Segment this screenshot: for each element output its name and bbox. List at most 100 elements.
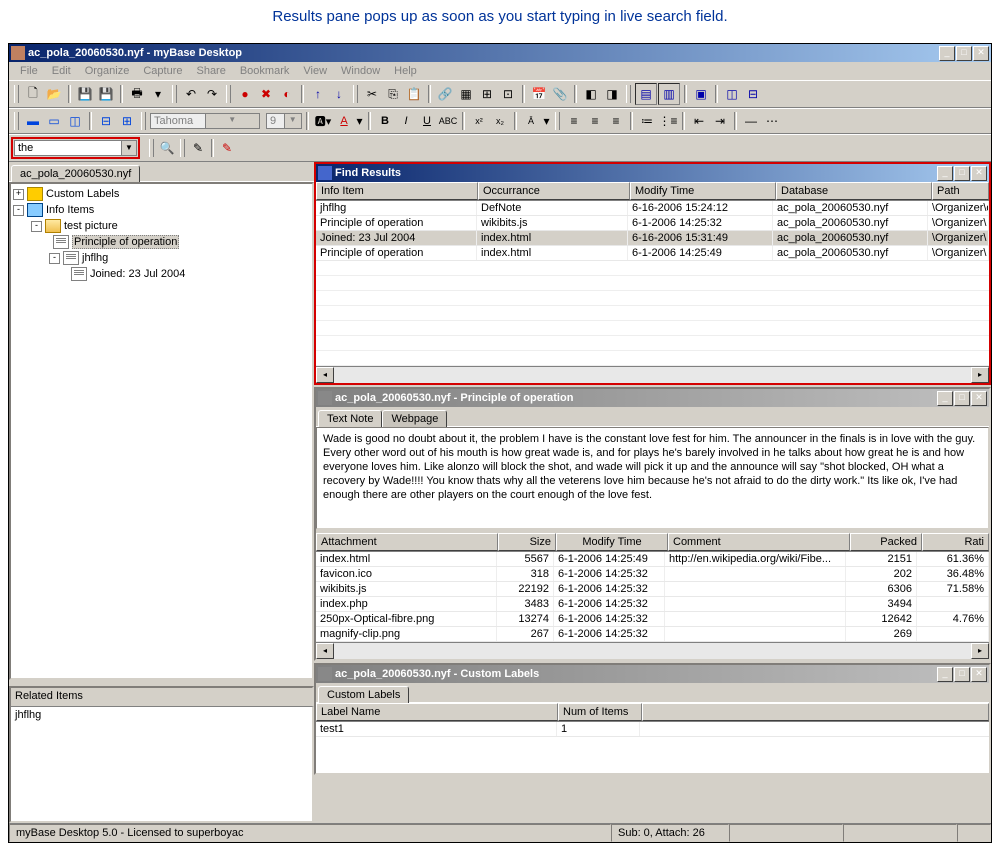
font-size-combo[interactable]: 9▼ (266, 113, 302, 129)
align-right-button[interactable]: ≡ (606, 111, 626, 131)
main-titlebar[interactable]: ac_pola_20060530.nyf - myBase Desktop _ … (9, 44, 991, 62)
label-row[interactable]: test1 1 (316, 722, 989, 737)
attach-row[interactable]: favicon.ico3186-1-2006 14:25:3220236.48% (316, 567, 989, 582)
tab-labels[interactable]: Custom Labels (318, 686, 409, 703)
strike-button[interactable]: ABC (438, 111, 458, 131)
close-button[interactable]: ✕ (971, 166, 987, 181)
tree-item[interactable]: Info Items (46, 204, 94, 216)
paste-button[interactable]: 📋 (404, 84, 424, 104)
attach-row[interactable]: 250px-Optical-fibre.png132746-1-2006 14:… (316, 612, 989, 627)
close-button[interactable]: ✕ (971, 667, 987, 682)
col-labelname[interactable]: Label Name (316, 703, 558, 721)
copy-button[interactable]: ⎘ (383, 84, 403, 104)
layout5-button[interactable]: ⊟ (743, 84, 763, 104)
case-button[interactable]: Ā (521, 111, 541, 131)
hr-button[interactable]: — (741, 111, 761, 131)
menu-bookmark[interactable]: Bookmark (233, 63, 297, 79)
redo-button[interactable]: ↷ (202, 84, 222, 104)
menu-view[interactable]: View (296, 63, 334, 79)
col-attachment[interactable]: Attachment (316, 533, 498, 551)
grip-icon[interactable] (141, 112, 146, 130)
col-path[interactable]: Path (932, 182, 989, 200)
view5-button[interactable]: ⊞ (117, 111, 137, 131)
cut-button[interactable]: ✂ (362, 84, 382, 104)
sub-button[interactable]: x₂ (490, 111, 510, 131)
menu-file[interactable]: File (13, 63, 45, 79)
menu-share[interactable]: Share (189, 63, 232, 79)
col-info-item[interactable]: Info Item (316, 182, 478, 200)
fontcolor-button[interactable]: A (334, 111, 354, 131)
view2-button[interactable]: ▭ (44, 111, 64, 131)
related-item[interactable]: jhflhg (15, 709, 308, 721)
find-grid[interactable]: Info Item Occurrance Modify Time Databas… (316, 182, 989, 366)
labels-grid[interactable]: Label Name Num of Items test1 1 (316, 703, 989, 773)
hr2-button[interactable]: ⋯ (762, 111, 782, 131)
list-bul-button[interactable]: ⋮≡ (658, 111, 678, 131)
grip-icon[interactable] (626, 85, 631, 103)
h-scrollbar[interactable]: ◂▸ (316, 366, 989, 383)
print-dd-button[interactable]: ▾ (148, 84, 168, 104)
attach-row[interactable]: wikibits.js221926-1-2006 14:25:32630671.… (316, 582, 989, 597)
node-child-button[interactable]: ◐ (277, 84, 297, 104)
undo-button[interactable]: ↶ (181, 84, 201, 104)
find-row[interactable]: Principle of operationindex.html6-1-2006… (316, 246, 989, 261)
clear-highlight-button[interactable]: ✎ (217, 138, 237, 158)
move-down-button[interactable]: ↓ (329, 84, 349, 104)
tree-item[interactable]: Joined: 23 Jul 2004 (90, 268, 185, 280)
tree-item[interactable]: Custom Labels (46, 188, 119, 200)
attach-row[interactable]: magnify-clip.png2676-1-2006 14:25:32269 (316, 627, 989, 642)
layout2-button[interactable]: ▥ (658, 83, 680, 105)
list-num-button[interactable]: ≔ (637, 111, 657, 131)
attach-button[interactable]: 📎 (550, 84, 570, 104)
bgcolor-button[interactable]: 🅰▾ (313, 111, 333, 131)
menu-capture[interactable]: Capture (136, 63, 189, 79)
underline-button[interactable]: U (417, 111, 437, 131)
extra1-button[interactable]: ◧ (581, 84, 601, 104)
grip-icon[interactable] (226, 85, 231, 103)
grip-icon[interactable] (353, 85, 358, 103)
menu-edit[interactable]: Edit (45, 63, 78, 79)
outdent-button[interactable]: ⇤ (689, 111, 709, 131)
tree-view[interactable]: +Custom Labels -Info Items -test picture… (9, 182, 314, 680)
grip-icon[interactable] (14, 112, 19, 130)
print-button[interactable]: 🖶 (127, 84, 147, 104)
view1-button[interactable]: ▬ (23, 111, 43, 131)
close-button[interactable]: ✕ (973, 46, 989, 61)
maximize-button[interactable]: □ (954, 391, 970, 406)
col-database[interactable]: Database (776, 182, 932, 200)
view3-button[interactable]: ◫ (65, 111, 85, 131)
ins2-button[interactable]: ⊡ (498, 84, 518, 104)
attach-row[interactable]: index.php34836-1-2006 14:25:323494 (316, 597, 989, 612)
expand-icon[interactable]: + (13, 189, 24, 200)
save-button[interactable]: 💾 (75, 84, 95, 104)
grip-icon[interactable] (149, 139, 154, 157)
find-titlebar[interactable]: Find Results _ □ ✕ (316, 164, 989, 182)
grip-icon[interactable] (180, 139, 185, 157)
search-input[interactable] (15, 141, 121, 155)
find-row[interactable]: Principle of operationwikibits.js6-1-200… (316, 216, 989, 231)
align-left-button[interactable]: ≡ (564, 111, 584, 131)
attach-row[interactable]: index.html55676-1-2006 14:25:49http://en… (316, 552, 989, 567)
col-comment[interactable]: Comment (668, 533, 850, 551)
find-row[interactable]: Joined: 23 Jul 2004index.html6-16-2006 1… (316, 231, 989, 246)
maximize-button[interactable]: □ (954, 166, 970, 181)
col-size[interactable]: Size (498, 533, 556, 551)
minimize-button[interactable]: _ (937, 667, 953, 682)
tree-item[interactable]: test picture (64, 220, 118, 232)
text-note-area[interactable]: Wade is good no doubt about it, the prob… (316, 427, 989, 529)
minimize-button[interactable]: _ (939, 46, 955, 61)
collapse-icon[interactable]: - (31, 221, 42, 232)
maximize-button[interactable]: □ (956, 46, 972, 61)
grip-icon[interactable] (14, 85, 19, 103)
find-row[interactable]: jhflhgDefNote6-16-2006 15:24:12ac_pola_2… (316, 201, 989, 216)
search-combo[interactable]: ▼ (14, 140, 137, 156)
tree-item-selected[interactable]: Principle of operation (72, 235, 179, 249)
font-family-combo[interactable]: Tahoma▼ (150, 113, 260, 129)
col-occurrence[interactable]: Occurrance (478, 182, 630, 200)
close-button[interactable]: ✕ (971, 391, 987, 406)
find-button[interactable]: 🔍 (157, 138, 177, 158)
tab-webpage[interactable]: Webpage (382, 410, 447, 427)
collapse-icon[interactable]: - (13, 205, 24, 216)
related-list[interactable]: jhflhg (9, 707, 314, 823)
align-center-button[interactable]: ≡ (585, 111, 605, 131)
